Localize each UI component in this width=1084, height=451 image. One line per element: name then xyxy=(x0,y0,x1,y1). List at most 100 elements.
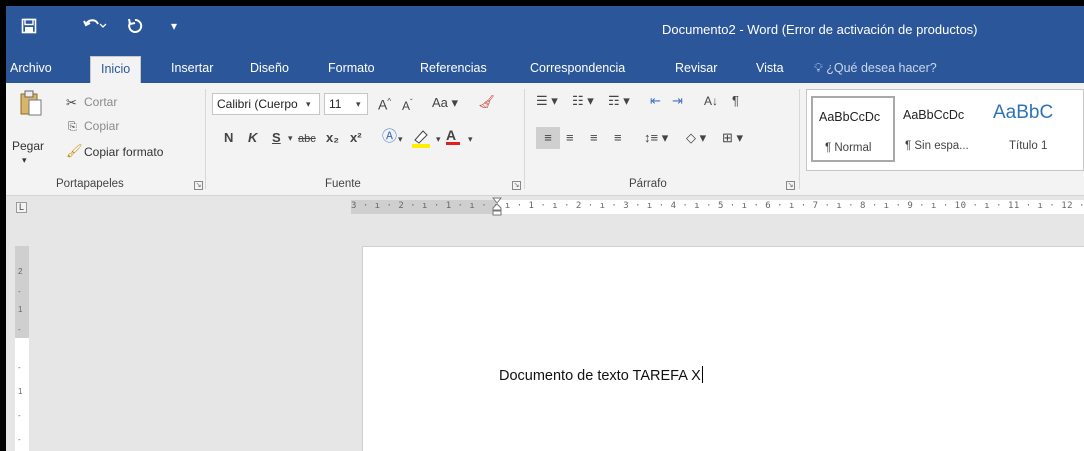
grow-font-icon[interactable]: A^ xyxy=(378,94,391,113)
tab-review[interactable]: Revisar xyxy=(675,56,717,83)
font-group-label: Fuente xyxy=(325,178,361,190)
text-effects-icon[interactable]: Ⓐ xyxy=(382,129,397,145)
lightbulb-icon: 💡︎ xyxy=(814,61,823,75)
superscript-button[interactable]: x² xyxy=(350,130,362,146)
tab-file[interactable]: Archivo xyxy=(10,56,52,83)
bold-button[interactable]: N xyxy=(224,130,233,146)
numbering-icon[interactable]: ☷ ▾ xyxy=(572,93,594,109)
tab-view[interactable]: Vista xyxy=(756,56,784,83)
bullets-icon[interactable]: ☰ ▾ xyxy=(536,93,558,109)
tab-selector-icon[interactable]: L xyxy=(16,202,27,213)
vertical-ruler[interactable]: 2 - 1 - - 1 - - xyxy=(15,246,29,451)
copy-button[interactable]: Copiar xyxy=(84,119,119,133)
paragraph-launcher-icon[interactable]: ↘ xyxy=(786,181,795,190)
vertical-ruler-tick: - xyxy=(18,325,21,334)
underline-dropdown-icon[interactable]: ▾ xyxy=(288,130,293,146)
underline-button[interactable]: S xyxy=(272,130,281,146)
title-bar: ▾ Documento2 - Word (Error de activación… xyxy=(6,6,1084,56)
text-effects-dropdown-icon[interactable]: ▾ xyxy=(398,131,403,147)
clipboard-launcher-icon[interactable]: ↘ xyxy=(194,181,203,190)
style-no-spacing[interactable]: AaBbCcDc ¶ Sin espa... xyxy=(899,96,983,162)
shrink-font-icon[interactable]: Aˇ xyxy=(402,95,413,114)
vertical-ruler-tick: - xyxy=(18,435,21,444)
sort-icon[interactable]: A↓ xyxy=(704,93,718,109)
indent-marker-icon[interactable] xyxy=(491,197,503,216)
shading-icon[interactable]: ◇ ▾ xyxy=(686,130,706,146)
align-left-icon[interactable]: ≡ xyxy=(536,127,560,149)
format-painter-icon[interactable]: 🖌︎ xyxy=(66,143,83,159)
cut-button[interactable]: Cortar xyxy=(84,95,117,109)
undo-icon[interactable] xyxy=(82,12,110,40)
vertical-ruler-tick: 1 xyxy=(18,305,23,314)
line-spacing-icon[interactable]: ↕≡ ▾ xyxy=(644,130,668,146)
font-name-dropdown-icon[interactable]: ▾ xyxy=(306,96,311,112)
decrease-indent-icon[interactable]: ⇤ xyxy=(650,93,661,109)
font-name-combobox[interactable]: Calibri (Cuerpo xyxy=(212,93,320,115)
format-painter-button[interactable]: Copiar formato xyxy=(84,145,163,159)
highlight-dropdown-icon[interactable]: ▾ xyxy=(436,131,441,147)
paste-icon[interactable] xyxy=(18,89,46,119)
group-divider xyxy=(205,89,206,189)
tab-insert[interactable]: Insertar xyxy=(171,56,213,83)
clear-formatting-icon[interactable]: 🧹︎ xyxy=(478,94,495,110)
tab-home[interactable]: Inicio xyxy=(90,56,142,83)
document-title: Documento2 - Word (Error de activación d… xyxy=(662,22,978,37)
highlight-icon[interactable] xyxy=(410,127,432,153)
group-divider xyxy=(524,89,525,189)
customize-qat-icon[interactable]: ▾ xyxy=(166,12,182,40)
document-page[interactable]: Documento de texto TAREFA X xyxy=(362,246,1084,451)
align-center-icon[interactable]: ≡ xyxy=(566,130,574,146)
style-heading-1[interactable]: AaBbC Título 1 xyxy=(987,96,1084,162)
redo-icon[interactable] xyxy=(124,12,146,40)
justify-icon[interactable]: ≡ xyxy=(614,130,622,146)
vertical-ruler-tick: 2 xyxy=(18,267,23,276)
style-normal[interactable]: AaBbCcDc ¶ Normal xyxy=(811,96,895,162)
tab-mailings[interactable]: Correspondencia xyxy=(530,56,625,83)
text-cursor xyxy=(701,366,703,383)
multilevel-list-icon[interactable]: ☶ ▾ xyxy=(608,93,630,109)
ruler-ticks: 3 · ı · 2 · ı · 1 · ı · · ı · 1 · ı · 2 … xyxy=(351,201,1084,211)
borders-icon[interactable]: ⊞ ▾ xyxy=(722,130,743,146)
font-name-value: Calibri (Cuerpo xyxy=(217,97,298,111)
copy-icon[interactable]: ⎘ xyxy=(68,119,77,135)
font-size-dropdown-icon[interactable]: ▾ xyxy=(356,96,361,112)
style-name: ¶ Normal xyxy=(825,142,872,154)
increase-indent-icon[interactable]: ⇥ xyxy=(672,93,683,109)
subscript-button[interactable]: x₂ xyxy=(326,130,339,146)
font-color-dropdown-icon[interactable]: ▾ xyxy=(468,131,473,147)
show-paragraph-marks-icon[interactable]: ¶ xyxy=(732,93,739,109)
style-name: Título 1 xyxy=(1009,140,1048,152)
document-body-text[interactable]: Documento de texto TAREFA X xyxy=(499,366,703,384)
styles-gallery: AaBbCcDc ¶ Normal AaBbCcDc ¶ Sin espa...… xyxy=(806,89,1084,171)
style-sample: AaBbCcDc xyxy=(903,108,965,122)
strikethrough-button[interactable]: abc xyxy=(298,131,316,147)
document-text: Documento de texto TAREFA X xyxy=(499,368,701,384)
align-right-icon[interactable]: ≡ xyxy=(590,130,598,146)
tab-format[interactable]: Formato xyxy=(328,56,375,83)
font-size-combobox[interactable]: 11 xyxy=(324,93,368,115)
font-launcher-icon[interactable]: ↘ xyxy=(512,181,521,190)
style-sample: AaBbCcDc xyxy=(819,110,881,124)
tab-references[interactable]: Referencias xyxy=(420,56,487,83)
vertical-ruler-tick: - xyxy=(18,411,21,420)
cut-icon[interactable]: ✂ xyxy=(66,95,77,111)
paragraph-group-label: Párrafo xyxy=(629,178,667,190)
group-divider xyxy=(799,89,800,189)
save-icon[interactable] xyxy=(18,12,40,40)
tab-design[interactable]: Diseño xyxy=(250,56,289,83)
font-color-icon[interactable]: A xyxy=(446,127,460,145)
change-case-button[interactable]: Aa ▾ xyxy=(432,95,458,111)
style-sample: AaBbC xyxy=(993,102,1054,123)
document-workspace: 2 - 1 - - 1 - - Documento de texto TAREF… xyxy=(6,218,1084,451)
horizontal-ruler[interactable]: 3 · ı · 2 · ı · 1 · ı · · ı · 1 · ı · 2 … xyxy=(351,197,1084,216)
change-case-label: Aa xyxy=(432,95,448,110)
word-window: ▾ Documento2 - Word (Error de activación… xyxy=(6,6,1084,451)
paste-button[interactable]: Pegar xyxy=(12,139,44,153)
tell-me-text: ¿Qué desea hacer? xyxy=(826,61,937,75)
paste-dropdown-icon[interactable]: ▾ xyxy=(22,155,27,166)
horizontal-ruler-bar: L 3 · ı · 2 · ı · 1 · ı · · ı · 1 · ı · … xyxy=(6,196,1084,218)
tell-me-search[interactable]: 💡︎ ¿Qué desea hacer? xyxy=(814,56,937,83)
italic-button[interactable]: K xyxy=(248,130,257,146)
ribbon: Pegar ▾ ✂ Cortar ⎘ Copiar 🖌︎ Copiar form… xyxy=(6,83,1084,196)
ribbon-tabs: Archivo Inicio Insertar Diseño Formato R… xyxy=(6,56,1084,83)
